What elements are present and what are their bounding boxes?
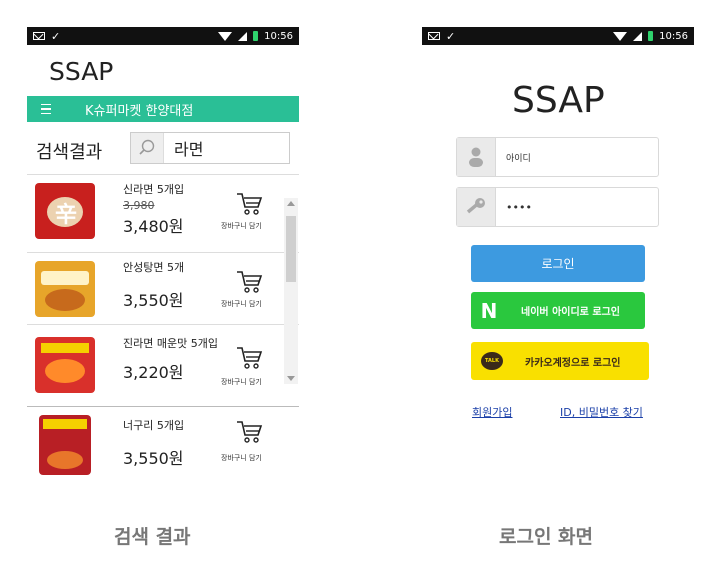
search-input[interactable]: 라면 bbox=[130, 132, 290, 164]
product-thumbnail bbox=[35, 261, 95, 317]
result-item[interactable]: 진라면 매운맛 5개입 3,220원 장바구니 담기 bbox=[27, 324, 299, 407]
check-icon: ✓ bbox=[51, 29, 61, 43]
password-value: •••• bbox=[506, 200, 532, 214]
product-name: 신라면 5개입 bbox=[123, 183, 185, 196]
add-to-cart-button[interactable]: 장바구니 담기 bbox=[221, 377, 262, 387]
wifi-icon bbox=[218, 31, 233, 41]
result-item[interactable]: 안성탕면 5개 3,550원 장바구니 담기 bbox=[27, 252, 299, 325]
app-title: SSAP bbox=[49, 57, 114, 86]
battery-icon bbox=[648, 31, 654, 41]
scrollbar[interactable] bbox=[284, 198, 298, 384]
store-header-bar: K슈퍼마켓 한양대점 bbox=[27, 96, 299, 122]
mail-icon bbox=[33, 32, 45, 40]
search-icon[interactable] bbox=[131, 133, 164, 163]
mail-icon bbox=[428, 32, 440, 40]
key-icon bbox=[457, 188, 496, 226]
product-price: 3,220원 bbox=[123, 363, 184, 382]
scroll-down-icon[interactable] bbox=[287, 376, 295, 381]
signal-icon bbox=[633, 31, 643, 41]
scroll-thumb[interactable] bbox=[286, 216, 296, 282]
signup-link[interactable]: 회원가입 bbox=[472, 404, 512, 420]
login-button[interactable]: 로그인 bbox=[471, 245, 645, 282]
result-item[interactable]: 너구리 5개입 3,550원 장바구니 담기 bbox=[27, 406, 299, 479]
product-name: 진라면 매운맛 5개입 bbox=[123, 337, 218, 350]
product-price: 3,550원 bbox=[123, 449, 184, 468]
cart-icon[interactable] bbox=[235, 419, 263, 445]
kakao-talk-icon: TALK bbox=[481, 352, 503, 370]
product-thumbnail bbox=[35, 337, 95, 393]
signal-icon bbox=[238, 31, 248, 41]
password-field[interactable]: •••• bbox=[456, 187, 659, 227]
product-price: 3,550원 bbox=[123, 291, 184, 310]
status-bar: ✓ 10:56 bbox=[27, 27, 299, 45]
login-screen-caption: 로그인 화면 bbox=[499, 526, 594, 548]
search-screen-caption: 검색 결과 bbox=[114, 526, 191, 548]
original-price: 3,980 bbox=[123, 199, 155, 212]
user-icon bbox=[457, 138, 496, 176]
wifi-icon bbox=[613, 31, 628, 41]
search-query: 라면 bbox=[174, 140, 204, 159]
check-icon: ✓ bbox=[446, 29, 456, 43]
find-account-link[interactable]: ID, 비밀번호 찾기 bbox=[560, 404, 643, 420]
cart-icon[interactable] bbox=[235, 269, 263, 295]
menu-icon[interactable] bbox=[41, 104, 51, 114]
naver-logo-icon: N bbox=[480, 298, 498, 323]
status-time: 10:56 bbox=[659, 30, 688, 42]
status-bar: ✓ 10:56 bbox=[422, 27, 694, 45]
product-price: 3,480원 bbox=[123, 217, 184, 236]
search-result-label: 검색결과 bbox=[36, 142, 103, 163]
battery-icon bbox=[253, 31, 259, 41]
naver-button-label: 네이버 아이디로 로그인 bbox=[521, 307, 620, 318]
status-time: 10:56 bbox=[264, 30, 293, 42]
add-to-cart-button[interactable]: 장바구니 담기 bbox=[221, 299, 262, 309]
app-title: SSAP bbox=[512, 80, 605, 121]
product-name: 안성탕면 5개 bbox=[123, 261, 185, 274]
product-thumbnail: 辛 bbox=[35, 183, 95, 239]
id-field[interactable]: 아이디 bbox=[456, 137, 659, 177]
cart-icon[interactable] bbox=[235, 191, 263, 217]
add-to-cart-button[interactable]: 장바구니 담기 bbox=[221, 221, 262, 231]
kakao-login-button[interactable]: TALK 카카오계정으로 로그인 bbox=[471, 342, 649, 380]
cart-icon[interactable] bbox=[235, 345, 263, 371]
id-placeholder: 아이디 bbox=[506, 153, 531, 164]
add-to-cart-button[interactable]: 장바구니 담기 bbox=[221, 453, 262, 463]
login-button-label: 로그인 bbox=[541, 257, 575, 271]
product-name: 너구리 5개입 bbox=[123, 419, 185, 432]
result-item[interactable]: 辛 신라면 5개입 3,980 3,480원 장바구니 담기 bbox=[27, 174, 299, 247]
kakao-button-label: 카카오계정으로 로그인 bbox=[525, 357, 621, 369]
product-thumbnail bbox=[39, 415, 91, 475]
store-name: K슈퍼마켓 한양대점 bbox=[85, 103, 194, 119]
naver-login-button[interactable]: N 네이버 아이디로 로그인 bbox=[471, 292, 645, 329]
scroll-up-icon[interactable] bbox=[287, 201, 295, 206]
